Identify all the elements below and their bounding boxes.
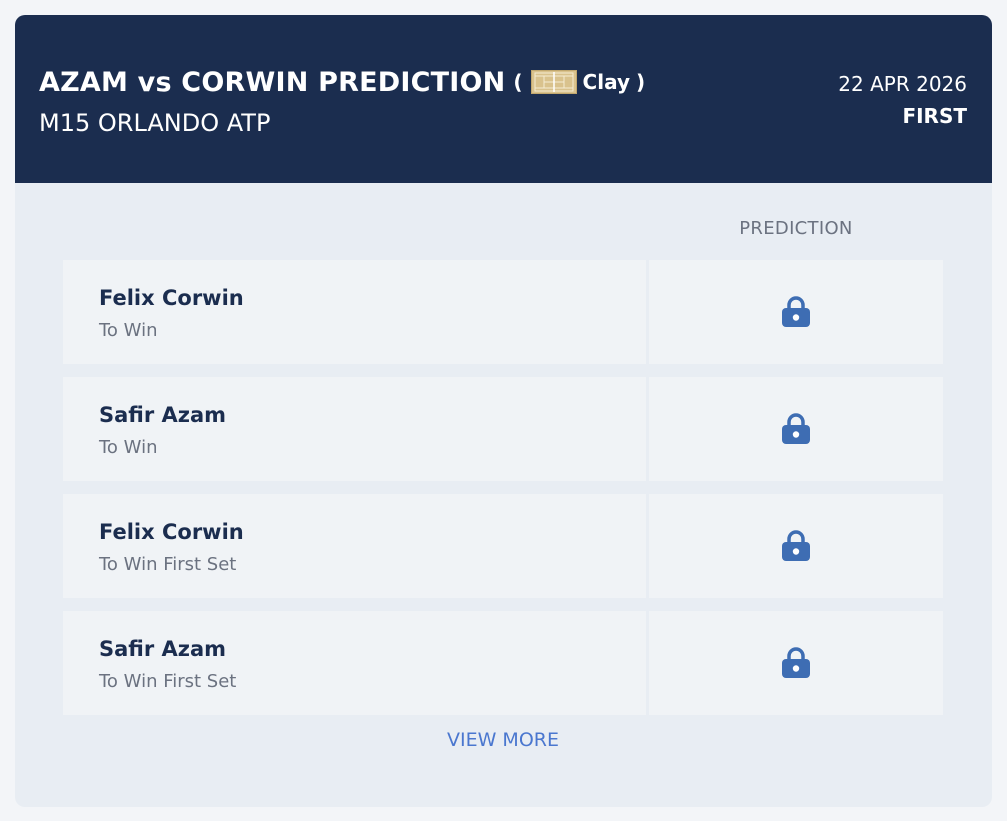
selection-cell: Safir Azam To Win [63, 377, 646, 481]
prediction-column-header: PREDICTION [739, 218, 853, 239]
player-name: Felix Corwin [99, 286, 244, 310]
lock-icon[interactable] [780, 295, 812, 329]
prediction-row: Safir Azam To Win [63, 377, 943, 481]
player-name: Felix Corwin [99, 520, 244, 544]
lock-icon[interactable] [780, 529, 812, 563]
prediction-rows: Felix Corwin To Win Safir Azam To Win Fe… [63, 260, 943, 728]
prediction-cell [649, 377, 943, 481]
clay-court-icon [530, 70, 577, 94]
view-more-link[interactable]: VIEW MORE [403, 729, 603, 751]
prediction-row: Felix Corwin To Win [63, 260, 943, 364]
paren-close: ) [636, 70, 646, 94]
prediction-cell [649, 494, 943, 598]
player-name: Safir Azam [99, 403, 227, 427]
match-round: FIRST [902, 104, 967, 128]
prediction-card: AZAM vs CORWIN PREDICTION ( Clay ) M15 O… [15, 15, 992, 807]
prediction-row: Safir Azam To Win First Set [63, 611, 943, 715]
lock-icon[interactable] [780, 412, 812, 446]
market-label: To Win First Set [99, 554, 237, 575]
surface-label: Clay [582, 70, 630, 94]
player-name: Safir Azam [99, 637, 227, 661]
selection-cell: Felix Corwin To Win First Set [63, 494, 646, 598]
tournament-name: M15 ORLANDO ATP [39, 109, 271, 137]
match-date: 22 APR 2026 [838, 72, 967, 96]
paren-open: ( [513, 70, 523, 94]
market-label: To Win [99, 320, 158, 341]
card-header: AZAM vs CORWIN PREDICTION ( Clay ) M15 O… [15, 15, 992, 183]
prediction-cell [649, 611, 943, 715]
match-title: AZAM vs CORWIN PREDICTION [39, 66, 506, 98]
prediction-row: Felix Corwin To Win First Set [63, 494, 943, 598]
market-label: To Win [99, 437, 158, 458]
selection-cell: Safir Azam To Win First Set [63, 611, 646, 715]
lock-icon[interactable] [780, 646, 812, 680]
title-row: AZAM vs CORWIN PREDICTION ( Clay ) [39, 65, 645, 99]
market-label: To Win First Set [99, 671, 237, 692]
selection-cell: Felix Corwin To Win [63, 260, 646, 364]
prediction-cell [649, 260, 943, 364]
